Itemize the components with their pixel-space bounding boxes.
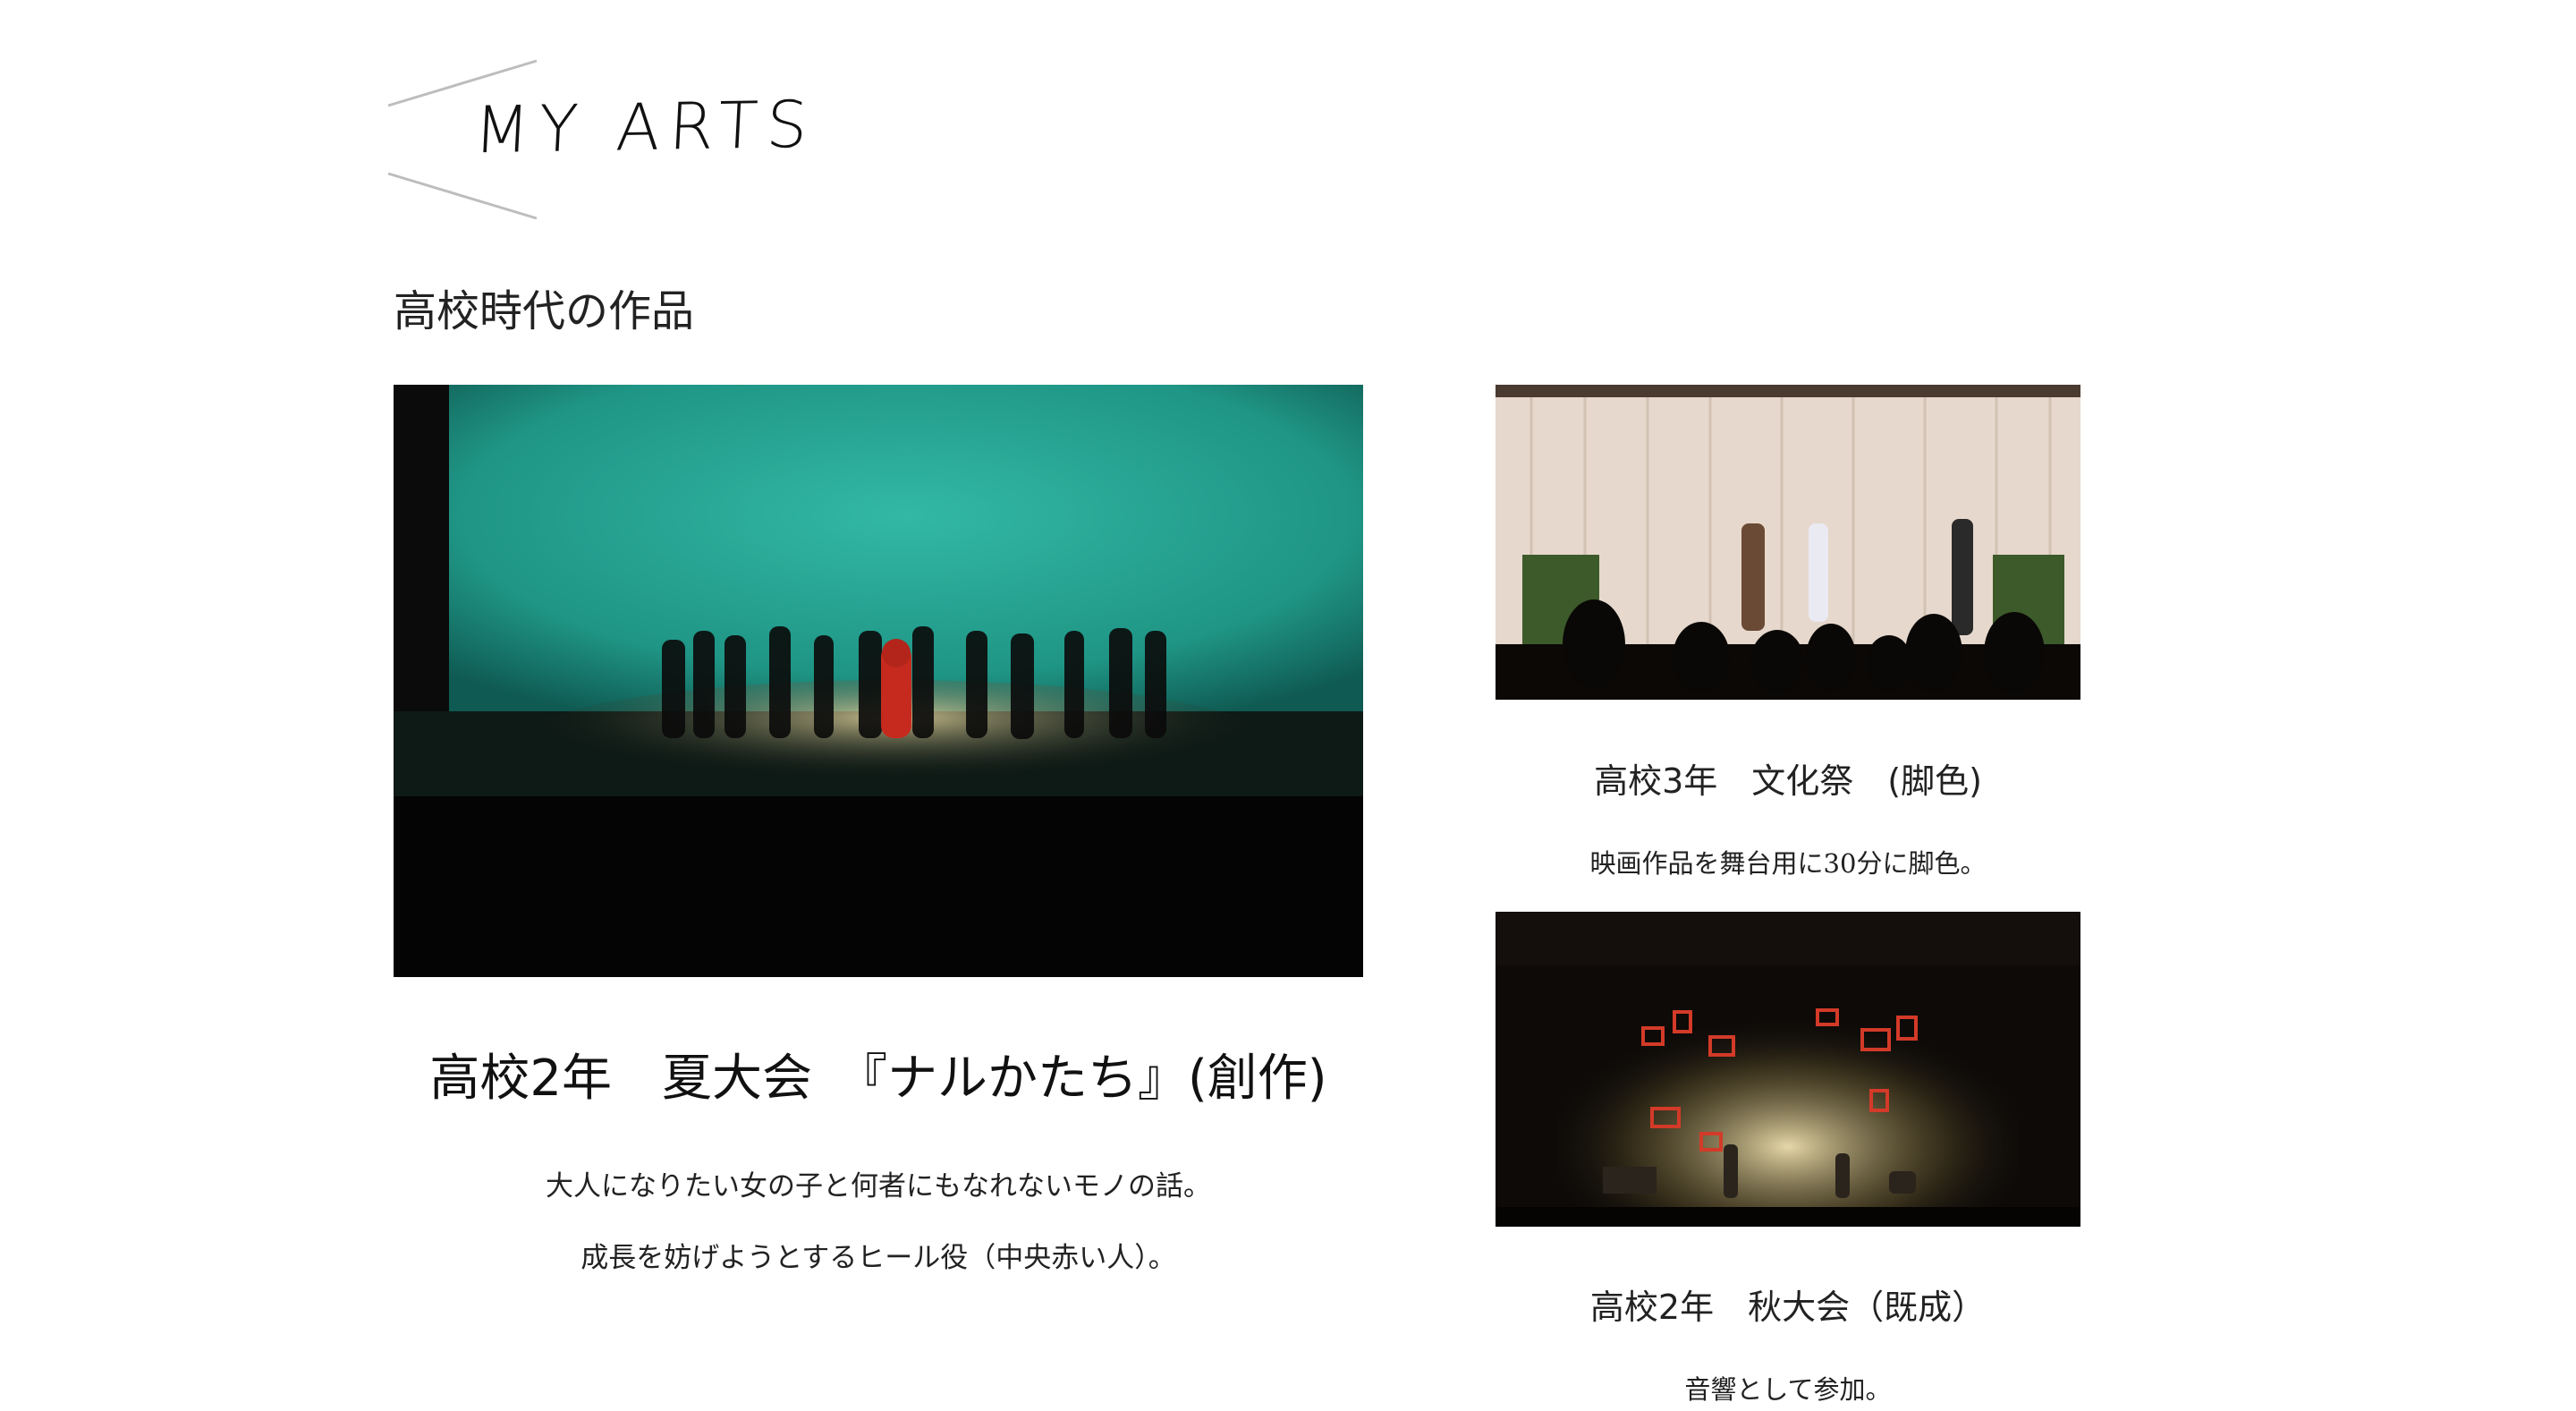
summer-work-description-1: 大人になりたい女の子と何者にもなれないモノの話。 [546,1170,1211,1203]
summer-work-title: 高校2年 夏大会 『ナルかたち』(創作) [429,1050,1327,1108]
page-title: MY ARTS [471,86,818,168]
summer-work-description-2: 成長を妨げようとするヒール役（中央赤い人）。 [580,1242,1176,1274]
section-title: 高校時代の作品 [394,286,695,336]
festival-work-description: 映画作品を舞台用に30分に脚色。 [1589,848,1987,879]
autumn-stage-image [1496,912,2080,1227]
autumn-work-title: 高校2年 秋大会（既成） [1589,1288,1987,1327]
summer-stage-image [394,385,1363,977]
autumn-performance-photo[interactable] [1496,912,2080,1227]
festival-performance-photo[interactable] [1496,385,2080,700]
summer-performance-photo[interactable] [394,385,1363,977]
autumn-work-description: 音響として参加。 [1684,1374,1892,1405]
festival-work-title: 高校3年 文化祭 (脚色) [1594,761,1982,801]
festival-stage-image [1496,385,2080,700]
